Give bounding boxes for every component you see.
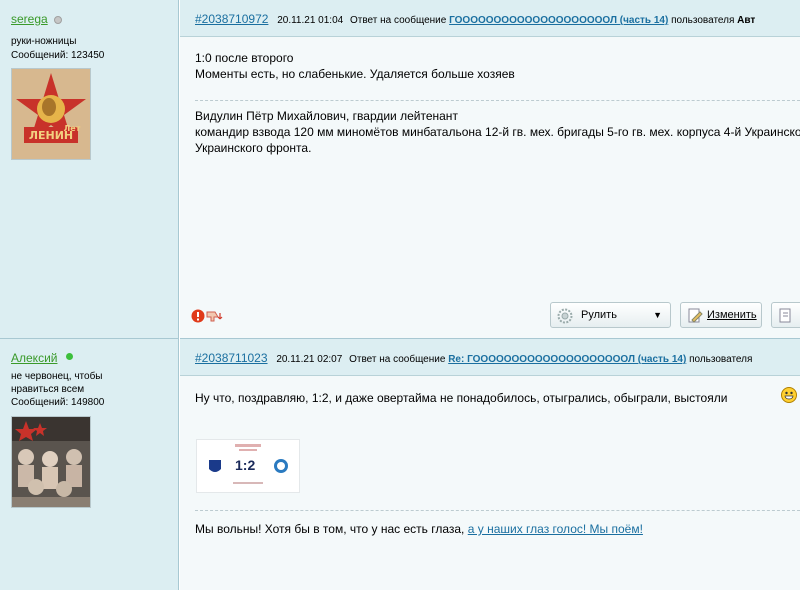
chevron-down-icon: ▼ [653, 310, 662, 320]
post-line: Ну что, поздравляю, 1:2, и даже овертайм… [195, 391, 728, 405]
avatar-badge-label: Лет [64, 124, 81, 133]
user-title: не червонец, чтобы нравиться всем [11, 370, 102, 396]
rate-dropdown[interactable]: Рулить ▼ [550, 302, 671, 328]
post-line: 1:0 после второго [195, 51, 294, 65]
report-icon[interactable] [191, 309, 205, 326]
band-photo-icon [12, 417, 90, 507]
by-user-label: пользователя [671, 15, 735, 26]
avatar[interactable] [11, 416, 91, 508]
post-2038710972: serega руки-ножницы Сообщений: 123450 ЛЕ… [0, 0, 800, 338]
post-date: 20.11.21 02:07 [276, 354, 343, 365]
edit-button[interactable]: Изменить [680, 302, 762, 328]
post-line: Моменты есть, но слабенькие. Удаляется б… [195, 67, 515, 81]
user-panel: serega руки-ножницы Сообщений: 123450 ЛЕ… [0, 0, 179, 338]
match-score-image[interactable]: 1:2 [196, 439, 300, 493]
user-title-line: не червонец, чтобы [11, 371, 103, 382]
by-user-label: пользователя [689, 354, 753, 365]
message-count: Сообщений: 149800 [11, 397, 105, 408]
post-content: #2038711023 20.11.21 02:07 Ответ на сооб… [180, 338, 800, 590]
author-name: Авт [737, 15, 756, 26]
post-content: #2038710972 20.11.21 01:04 Ответ на сооб… [180, 0, 800, 338]
post-header: #2038711023 20.11.21 02:07 Ответ на сооб… [180, 338, 800, 376]
grin-smiley-icon [781, 387, 797, 406]
signature: Видулин Пётр Михайлович, гвардии лейтена… [195, 108, 800, 156]
post-date: 20.11.21 01:04 [277, 15, 344, 26]
signature-link[interactable]: а у наших глаз голос! Мы поём! [468, 522, 643, 536]
user-title-line: нравиться всем [11, 384, 85, 395]
post-text: Ну что, поздравляю, 1:2, и даже овертайм… [195, 390, 727, 406]
username-link[interactable]: serega [11, 12, 48, 26]
user-panel: Алексий не червонец, чтобы нравиться все… [0, 338, 179, 590]
online-status-icon [66, 353, 73, 360]
thumb-down-icon[interactable] [205, 309, 227, 326]
user-title: руки-ножницы [11, 36, 77, 47]
post-2038711023: Алексий не червонец, чтобы нравиться все… [0, 338, 800, 590]
signature-separator [195, 100, 800, 101]
offline-status-icon [54, 16, 62, 24]
match-score: 1:2 [235, 457, 256, 473]
post-id-link[interactable]: #2038711023 [195, 351, 268, 365]
signature-line: командир взвода 120 мм миномётов минбата… [195, 125, 800, 139]
rate-label: Рулить [581, 309, 617, 321]
edit-label: Изменить [707, 309, 757, 321]
post-text: 1:0 после второго Моменты есть, но слабе… [195, 50, 515, 82]
username-link[interactable]: Алексий [11, 351, 57, 365]
signature-text: Мы вольны! Хотя бы в том, что у нас есть… [195, 522, 468, 536]
quote-icon [778, 308, 794, 327]
signature-line: Видулин Пётр Михайлович, гвардии лейтена… [195, 109, 458, 123]
signature: Мы вольны! Хотя бы в том, что у нас есть… [195, 521, 643, 537]
gear-icon [557, 308, 573, 327]
more-button[interactable] [771, 302, 800, 328]
signature-line: Украинского фронта. [195, 141, 312, 155]
message-count: Сообщений: 123450 [11, 50, 105, 61]
reply-to-label: Ответ на сообщение [349, 15, 447, 26]
reply-to-label: Ответ на сообщение [349, 354, 446, 365]
signature-separator [195, 510, 800, 511]
edit-icon [687, 308, 703, 327]
lenin-badge-icon: ЛЕНИН Лет [12, 69, 90, 159]
thread-link[interactable]: ГООООООООООООООООООООЛ (часть 14) [449, 15, 668, 26]
post-header: #2038710972 20.11.21 01:04 Ответ на сооб… [180, 0, 800, 37]
post-id-link[interactable]: #2038710972 [195, 12, 268, 26]
thread-link[interactable]: Re: ГООООООООООООООООООООЛ (часть 14) [448, 354, 686, 365]
avatar[interactable]: ЛЕНИН Лет [11, 68, 91, 160]
